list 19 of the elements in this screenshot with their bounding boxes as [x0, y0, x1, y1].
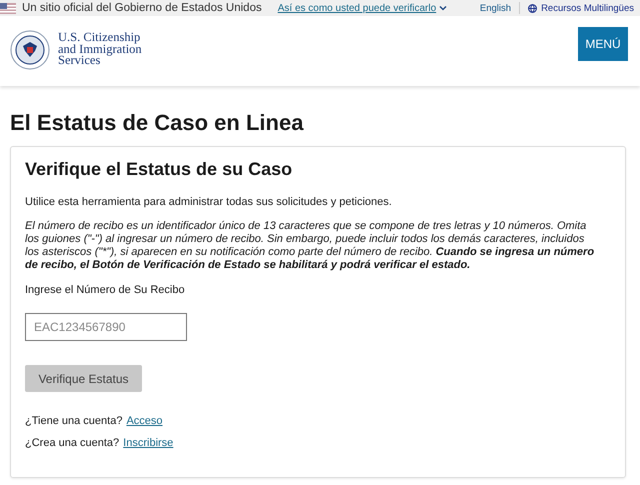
globe-icon [528, 4, 538, 12]
seal-icon [10, 30, 50, 70]
language-link[interactable]: English [480, 2, 512, 14]
verify-link[interactable]: Así es como usted puede verificarlo [278, 2, 436, 14]
resources-link[interactable]: Recursos Multilingües [541, 2, 634, 14]
receipt-field[interactable]: EAC1234567890 [25, 313, 187, 341]
agency-name[interactable]: U.S. Citizenship and Immigration Services [58, 32, 142, 66]
intro-text: Utilice esta herramienta para administrar todas sus solicitudes y peticiones. [25, 196, 392, 208]
card-title: Verifique el Estatus de su Caso [25, 159, 292, 180]
account-link[interactable]: Acceso [126, 415, 163, 427]
account-prompt: ¿Crea una cuenta? [25, 437, 120, 449]
official-site-text: Un sitio oficial del Gobierno de Estados Unidos [22, 2, 262, 14]
flag-icon [0, 2, 16, 14]
menu-button[interactable]: MENÚ [578, 27, 628, 61]
account-link[interactable]: Inscribirse [123, 437, 174, 449]
field-label: Ingrese el Número de Su Recibo [25, 284, 185, 296]
receipt-note: El número de recibo es un identificador único de 13 caracteres que se compone de tres letras y 10 números. Omita los guiones ("-") al ingresar un número de recibo. Sin embargo, puede incluir todos los demás caracteres, incluidos los asteriscos ("*"), si aparecen en su notificación como parte del número de recibo. Cuando se ingresa un número de recibo, el Botón de Verificación de Estado se habilitará y podrá verificar el estado. [25, 220, 596, 272]
account-prompt: ¿Tiene una cuenta? [25, 415, 122, 427]
page-title: El Estatus de Caso en Linea [10, 110, 305, 136]
